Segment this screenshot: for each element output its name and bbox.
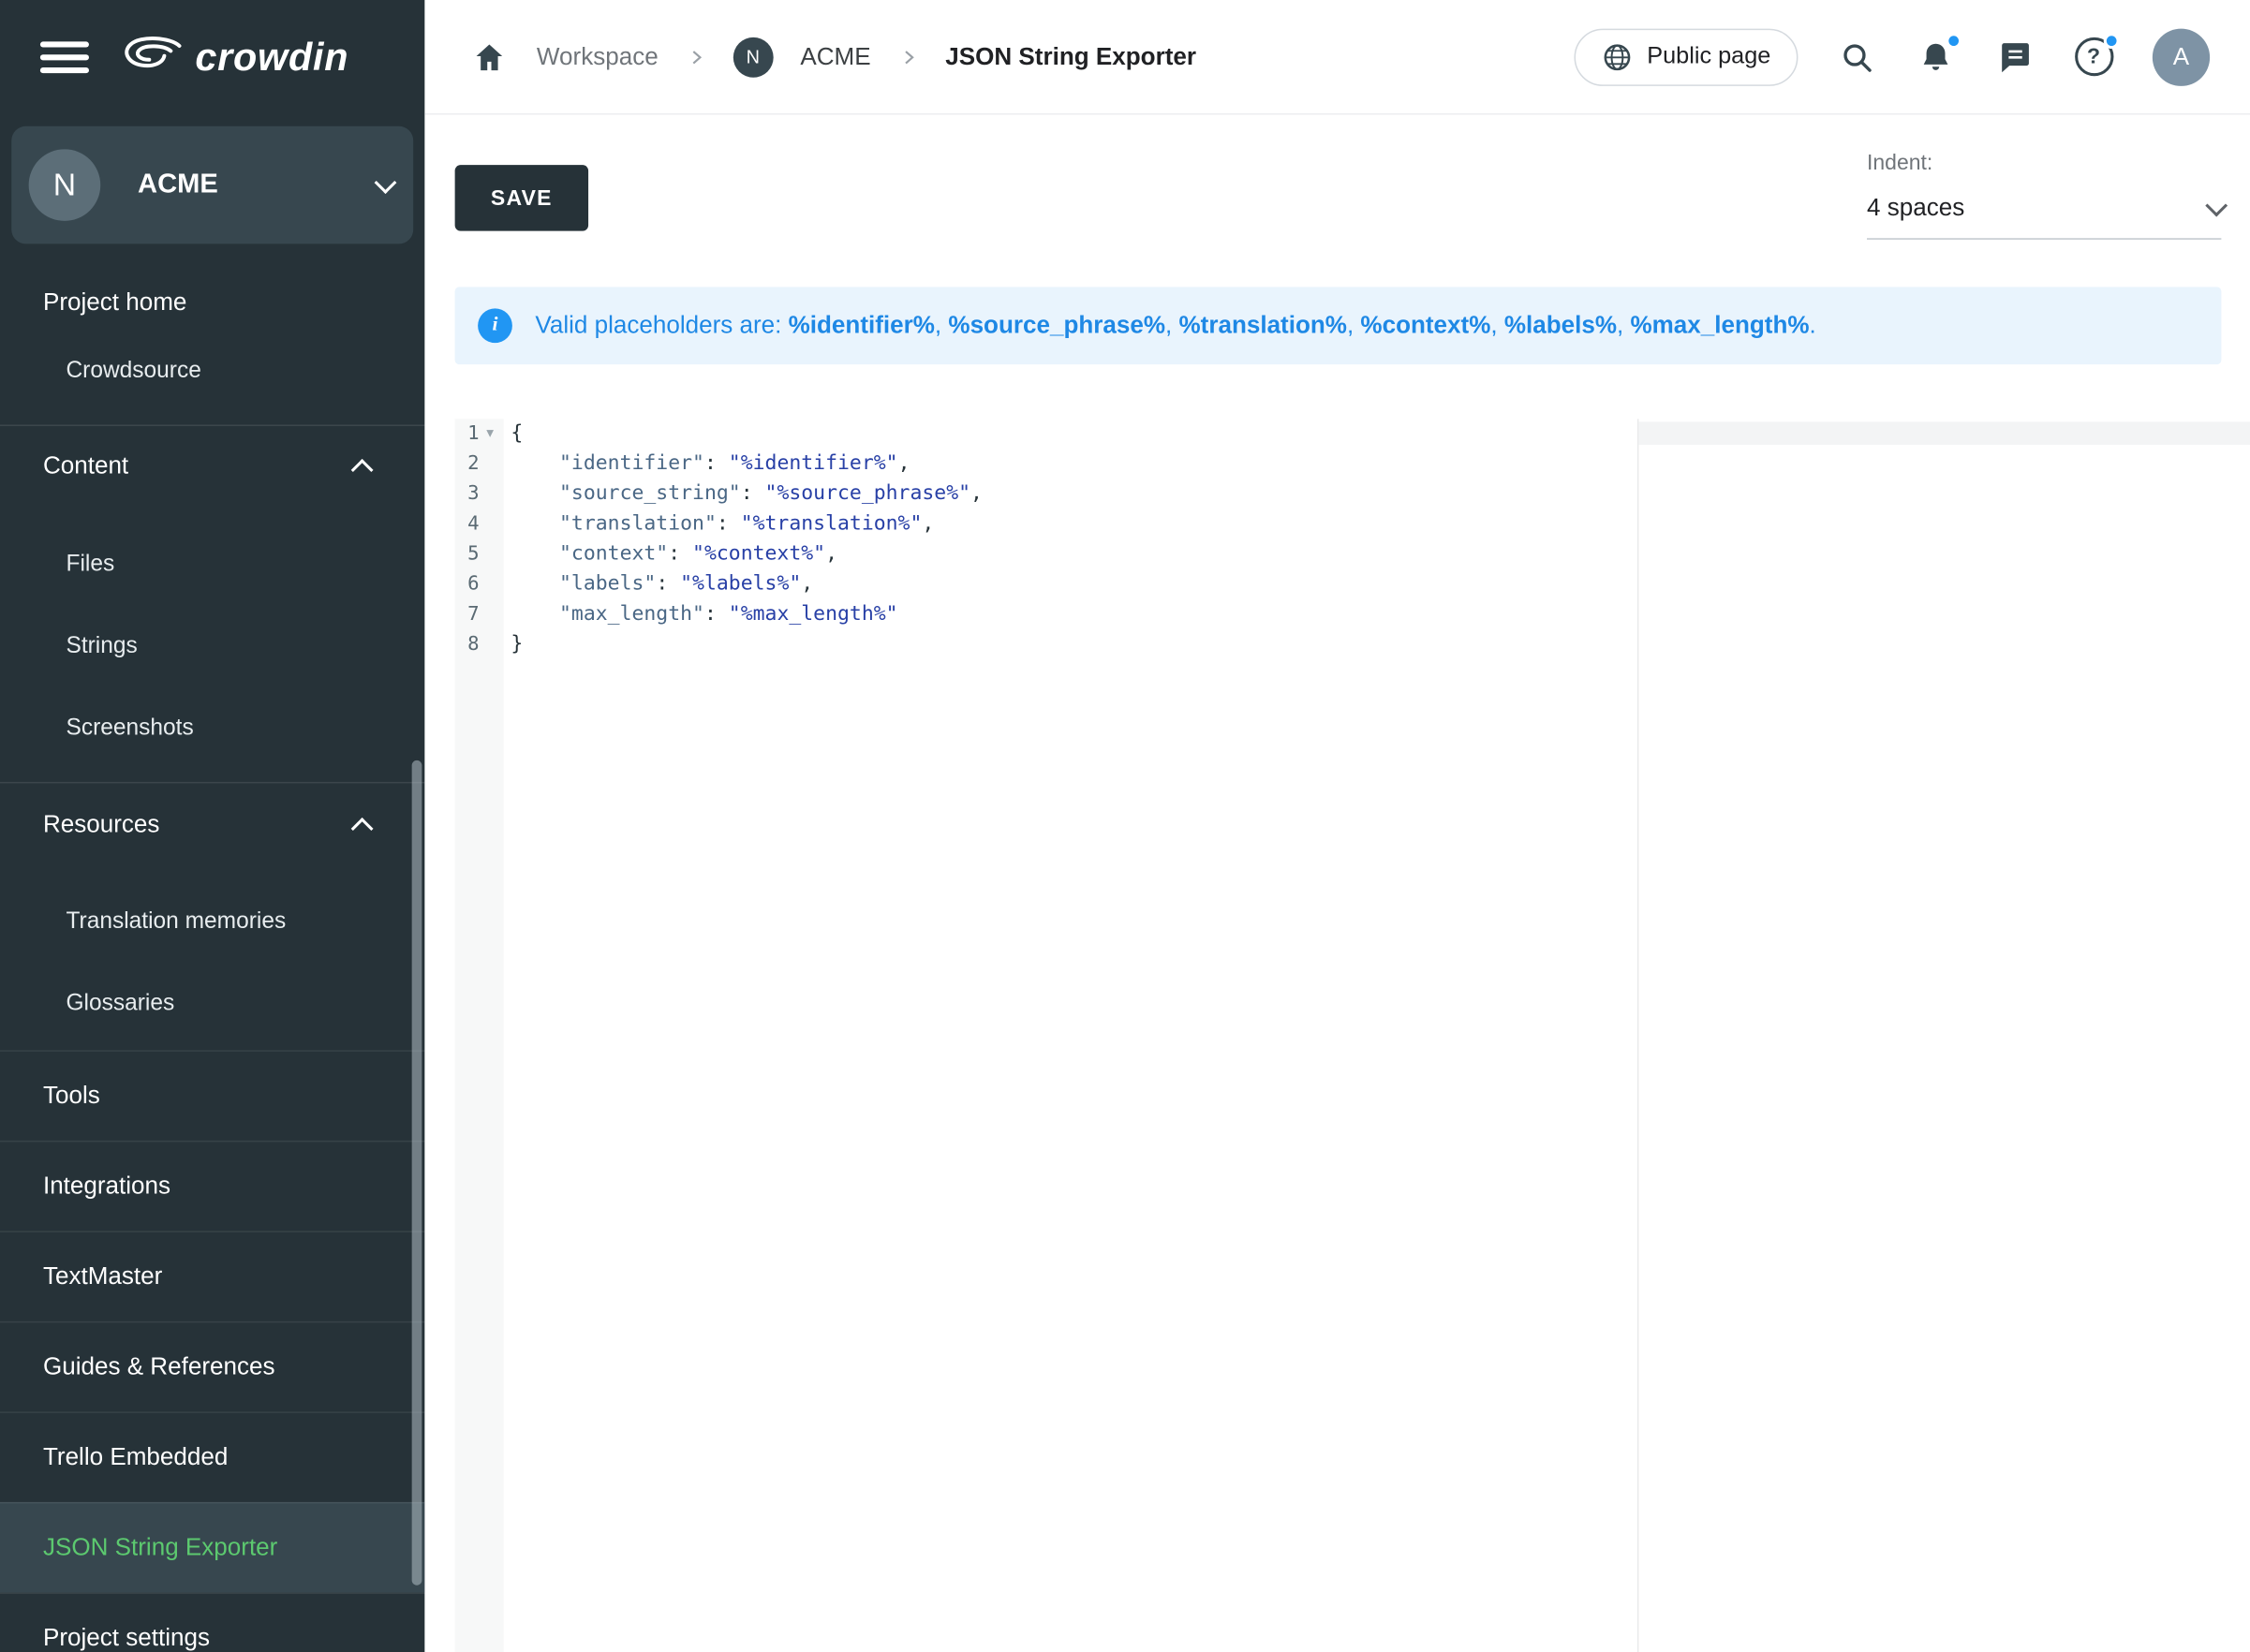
crowdin-logo[interactable]: crowdin [121,32,349,82]
sidebar-item-translation-memories[interactable]: Translation memories [0,881,424,963]
sidebar-section-resources[interactable]: Resources [0,783,424,866]
chevron-down-icon [2205,194,2228,216]
code-line: "max_length": "%max_length%" [511,599,2250,629]
sidebar-item-json-string-exporter[interactable]: JSON String Exporter [0,1502,424,1593]
sidebar-item-crowdsource[interactable]: Crowdsource [0,339,424,405]
sidebar-item-files[interactable]: Files [0,524,424,605]
sidebar-item-integrations[interactable]: Integrations [0,1141,424,1232]
help-icon[interactable]: ? [2074,37,2114,77]
messages-icon[interactable] [1994,37,2035,77]
home-icon[interactable] [469,37,510,77]
main-area: Workspace N ACME JSON String Exporter Pu… [424,0,2250,1652]
sidebar-item-project-home[interactable]: Project home [0,267,424,339]
save-button[interactable]: SAVE [455,165,588,230]
indent-selected-value: 4 spaces [1867,194,1964,223]
sidebar-scrollbar[interactable] [412,760,422,1586]
chevron-down-icon [375,170,397,193]
code-line: "context": "%context%", [511,539,2250,569]
gutter-line: 8 [455,630,504,660]
workspace-name: ACME [138,170,375,201]
fold-caret-icon[interactable]: ▾ [480,419,501,449]
sidebar-item-guides-references[interactable]: Guides & References [0,1321,424,1412]
gutter-line: 3 [455,479,504,509]
breadcrumb-page-title: JSON String Exporter [945,42,1196,71]
screen: crowdin N ACME Project home Crowdsource … [0,0,2250,1652]
banner-text: Valid placeholders are: %identifier%, %s… [535,311,1815,340]
breadcrumb-workspace[interactable]: Workspace [537,42,659,71]
sidebar-item-textmaster[interactable]: TextMaster [0,1231,424,1321]
section-label: Content [43,452,128,481]
public-page-button[interactable]: Public page [1574,28,1798,85]
sidebar-item-strings[interactable]: Strings [0,605,424,686]
sidebar: crowdin N ACME Project home Crowdsource … [0,0,424,1652]
gutter-line: 1▾ [455,419,504,449]
notification-dot [1946,32,1961,48]
public-page-label: Public page [1647,43,1770,70]
sidebar-item-project-settings[interactable]: Project settings [0,1592,424,1652]
template-editor[interactable]: 1▾ 2 3 4 5 6 7 8 { "identifier": "%ident… [455,419,2250,1652]
info-banner: i Valid placeholders are: %identifier%, … [455,287,2222,364]
top-header: Workspace N ACME JSON String Exporter Pu… [424,0,2250,115]
search-icon[interactable] [1837,37,1877,77]
breadcrumb-org[interactable]: ACME [800,42,870,71]
breadcrumb: Workspace N ACME JSON String Exporter [469,37,1196,77]
info-icon: i [478,308,512,343]
sidebar-item-tools[interactable]: Tools [0,1050,424,1141]
code-line: "translation": "%translation%", [511,509,2250,539]
notifications-bell-icon[interactable] [1916,37,1956,77]
indent-select[interactable]: 4 spaces [1867,194,2221,240]
gutter-line: 5 [455,539,504,569]
resources-subitems: Translation memories Glossaries [0,881,424,1045]
sidebar-header: crowdin [0,0,424,115]
editor-gutter: 1▾ 2 3 4 5 6 7 8 [455,419,504,1652]
sidebar-nav: Project home Crowdsource Content Files S… [0,267,424,1652]
page-content: SAVE Indent: 4 spaces i Valid placeholde… [424,115,2250,1652]
gutter-line: 7 [455,599,504,629]
code-line: "source_string": "%source_phrase%", [511,479,2250,509]
gutter-line: 2 [455,449,504,479]
workspace-avatar: N [29,149,101,221]
indent-control: Indent: 4 spaces [1867,151,2221,240]
sidebar-item-glossaries[interactable]: Glossaries [0,963,424,1044]
indent-label: Indent: [1867,151,2221,175]
header-actions: Public page ? A [1574,28,2210,85]
user-avatar[interactable]: A [2153,28,2210,85]
editor-code-area[interactable]: { "identifier": "%identifier%", "source_… [504,419,2250,1652]
sidebar-item-trello-embedded[interactable]: Trello Embedded [0,1411,424,1502]
chevron-up-icon [351,458,374,480]
chevron-right-icon [898,47,918,66]
chevron-up-icon [351,817,374,839]
gutter-line: 4 [455,509,504,539]
section-label: Resources [43,811,159,840]
workspace-switcher[interactable]: N ACME [11,126,413,244]
content-subitems: Files Strings Screenshots [0,524,424,769]
sidebar-bottom-group: Tools Integrations TextMaster Guides & R… [0,1050,424,1652]
code-line: } [511,630,2250,660]
sidebar-item-screenshots[interactable]: Screenshots [0,687,424,769]
code-line: "labels": "%labels%", [511,569,2250,599]
help-dot [2104,32,2120,48]
code-line: { [511,419,2250,449]
crowdin-logo-icon [121,32,184,82]
hamburger-menu-icon[interactable] [40,38,89,76]
org-avatar[interactable]: N [733,37,773,77]
chevron-right-icon [686,47,705,66]
crowdin-wordmark: crowdin [195,36,348,80]
globe-icon [1601,41,1633,73]
sidebar-section-content[interactable]: Content [0,426,424,507]
gutter-line: 6 [455,569,504,599]
code-line: "identifier": "%identifier%", [511,449,2250,479]
